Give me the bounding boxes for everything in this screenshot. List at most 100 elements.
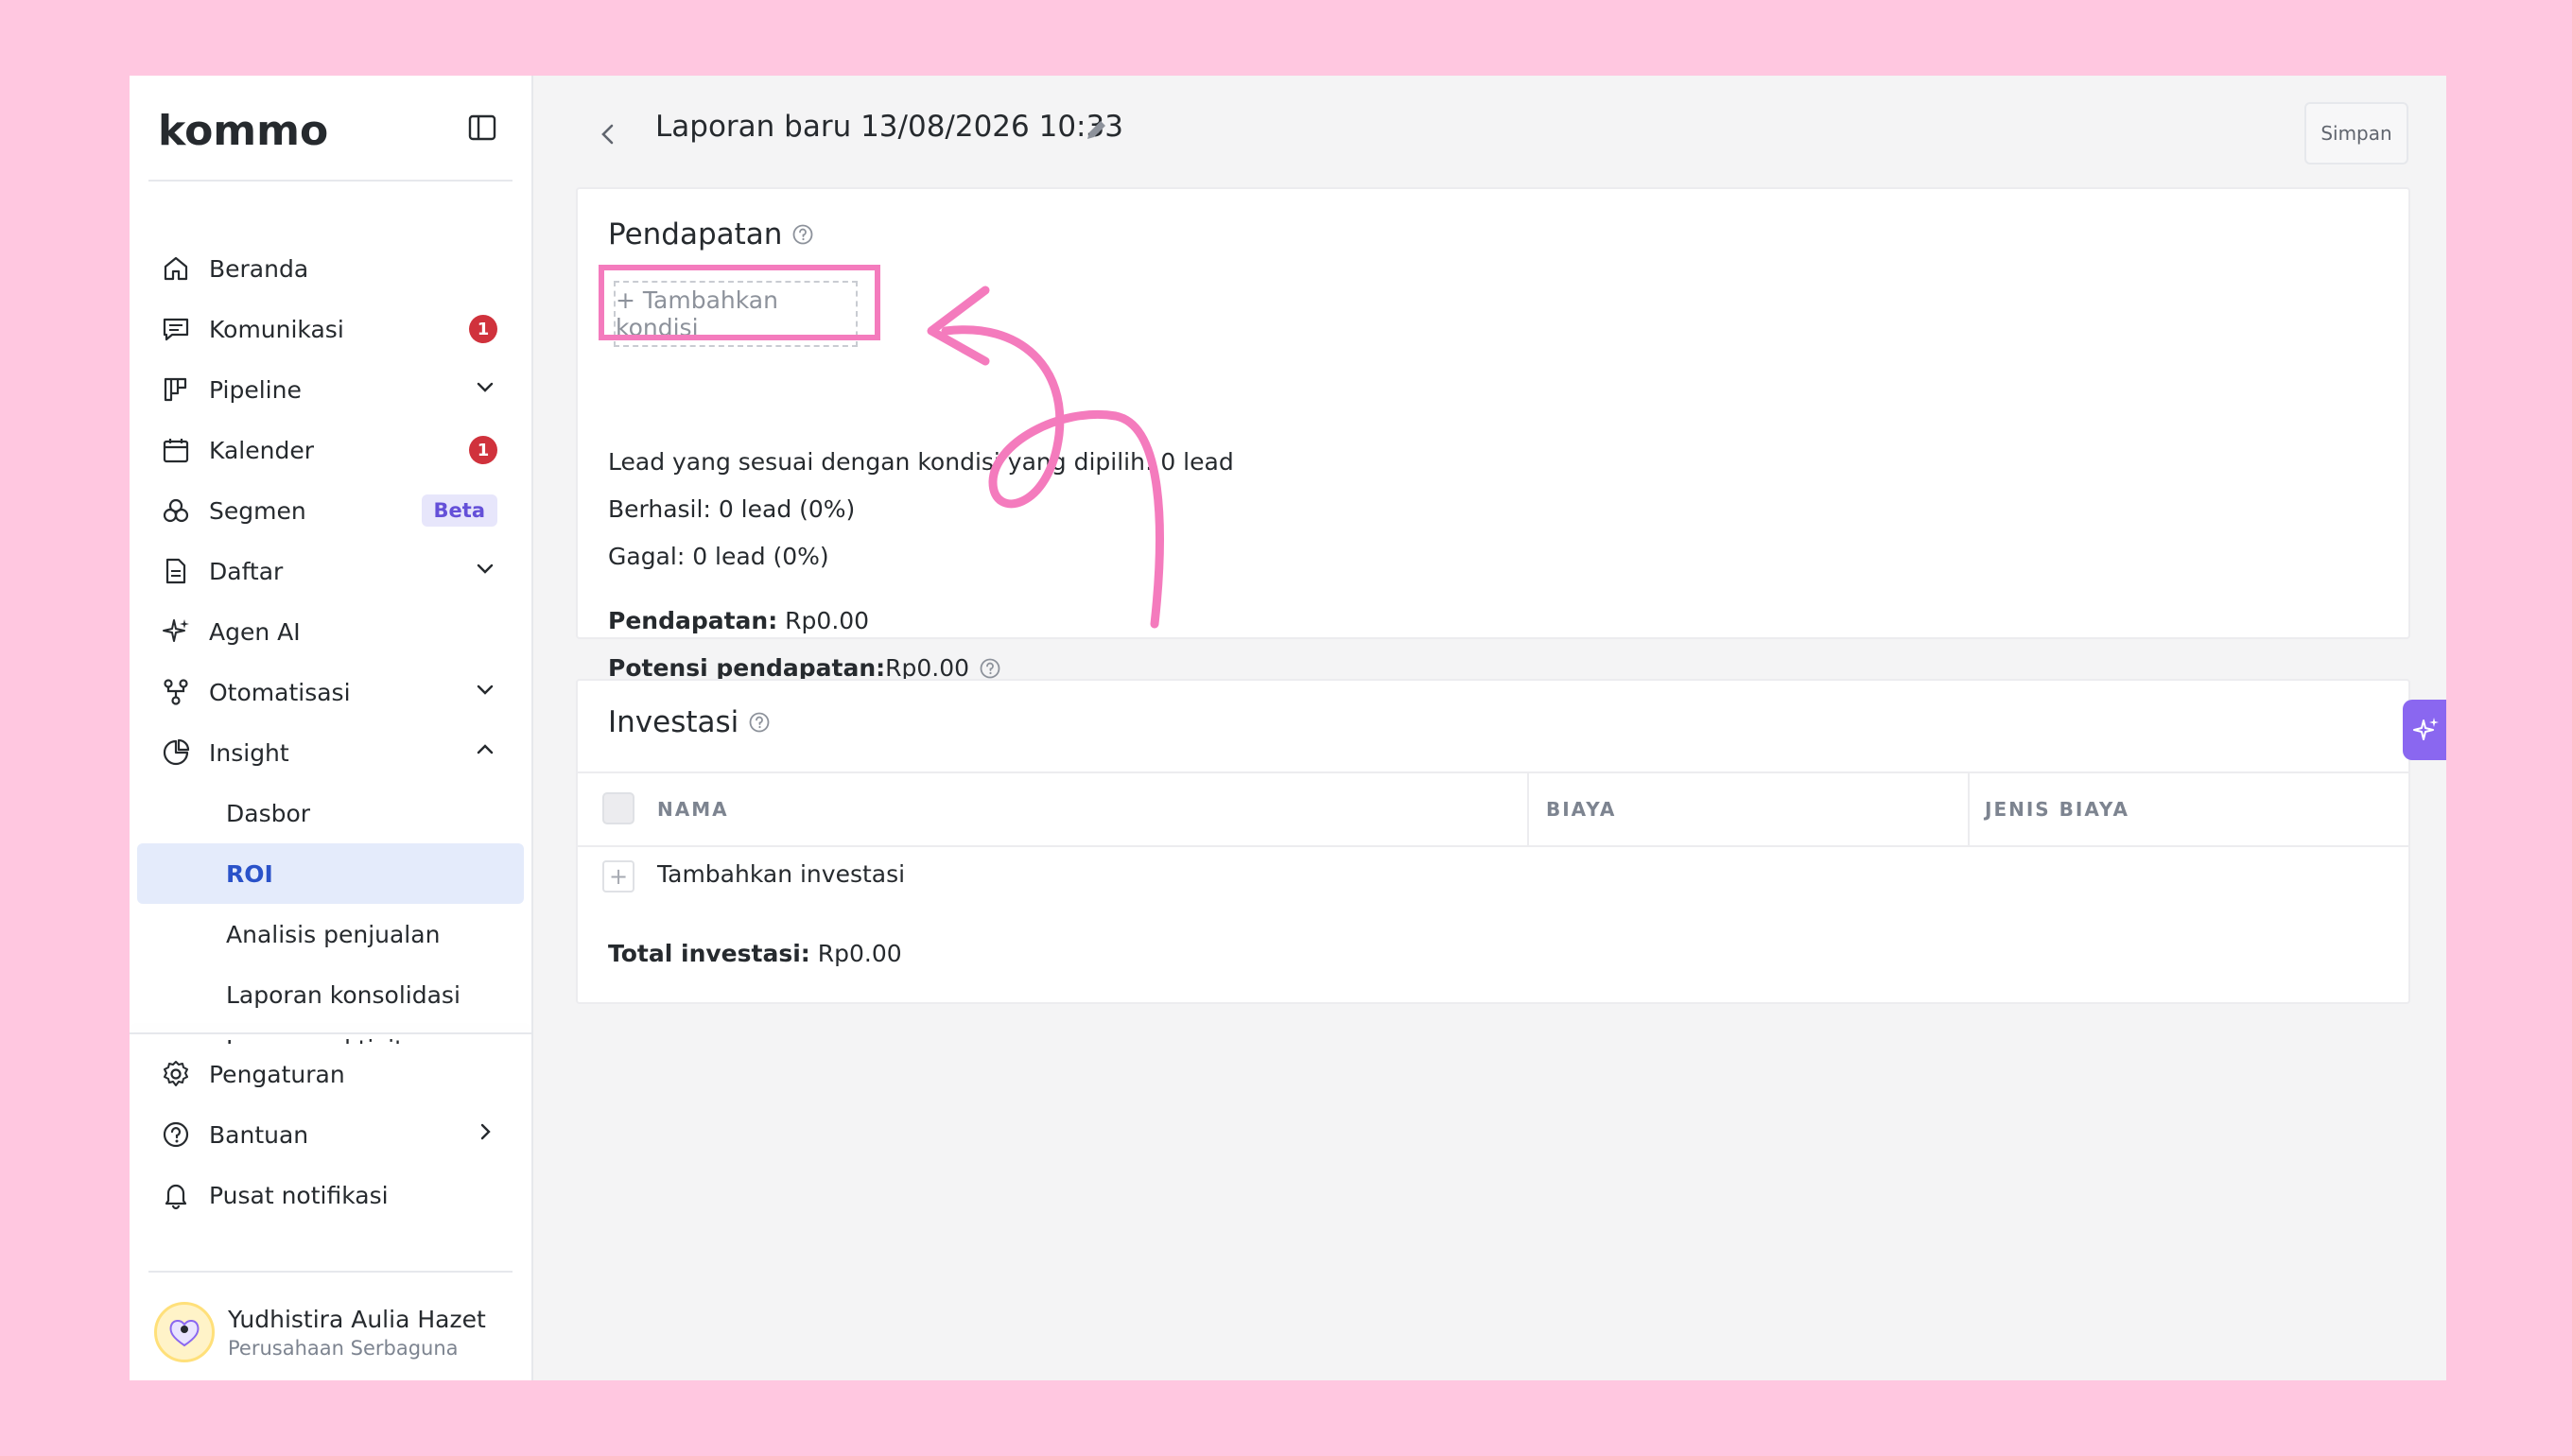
sidebar-bottom-divider (130, 1032, 531, 1034)
column-divider (1527, 773, 1529, 845)
sparkle-icon (2413, 718, 2439, 740)
user-name: Yudhistira Aulia Hazet (228, 1305, 486, 1333)
select-all-checkbox[interactable] (602, 792, 634, 824)
sidebar-item-bantuan[interactable]: Bantuan (130, 1104, 531, 1165)
sidebar-item-otomatisasi[interactable]: Otomatisasi (130, 662, 531, 722)
potential-revenue: Potensi pendapatan: Rp0.00 (608, 654, 1001, 682)
pencil-icon[interactable] (1083, 117, 1109, 144)
sidebar-item-label: Pipeline (209, 375, 302, 404)
investment-card: Investasi NAMA BIAYA JENIS BIAYA + Tamba… (576, 679, 2410, 1004)
app-window: kommo Beranda Komunikasi 1 Pipeline Kale… (130, 76, 2446, 1380)
investment-total-value: Rp0.00 (809, 940, 902, 967)
sidebar-item-label: Agen AI (209, 617, 301, 646)
sidebar-item-pengaturan[interactable]: Pengaturan (130, 1044, 531, 1104)
sidebar-item-label: Insight (209, 738, 289, 767)
sidebar-item-label: Bantuan (209, 1120, 309, 1149)
column-jenis-biaya[interactable]: JENIS BIAYA (1985, 773, 2129, 845)
chevron-right-icon[interactable] (473, 1119, 497, 1150)
sidebar-item-agen-ai[interactable]: Agen AI (130, 601, 531, 662)
revenue-label: Pendapatan: (608, 607, 778, 634)
page-title: Laporan baru 13/08/2026 10:33 (655, 110, 1123, 144)
sidebar-item-label: Pusat notifikasi (209, 1181, 389, 1209)
help-icon[interactable] (791, 223, 814, 246)
sidebar-item-kalender[interactable]: Kalender 1 (130, 420, 531, 480)
sidebar-item-beranda[interactable]: Beranda (130, 238, 531, 299)
sidebar-item-segmen[interactable]: Segmen Beta (130, 480, 531, 541)
beta-tag: Beta (421, 494, 497, 527)
sidebar-item-label: Kalender (209, 436, 314, 464)
calendar-icon (160, 434, 192, 466)
back-button[interactable] (589, 115, 627, 153)
segments-icon (160, 494, 192, 527)
sidebar-bottom-nav: Pengaturan Bantuan Pusat notifikasi (130, 1044, 531, 1225)
chevron-down-icon[interactable] (473, 374, 497, 405)
sidebar-item-label: Beranda (209, 254, 309, 283)
highlight-box (599, 265, 880, 340)
revenue-title: Pendapatan (608, 217, 814, 251)
potential-value: Rp0.00 (885, 654, 970, 682)
chat-icon (160, 313, 192, 345)
investment-title-text: Investasi (608, 705, 739, 739)
sidebar-divider (148, 180, 513, 182)
sparkle-icon (160, 615, 192, 648)
sidebar-item-label: Segmen (209, 496, 306, 525)
sidebar-item-pusat-notifikasi[interactable]: Pusat notifikasi (130, 1165, 531, 1225)
potential-label: Potensi pendapatan: (608, 654, 886, 682)
investment-total-label: Total investasi: (608, 940, 810, 967)
event-badge: 1 (469, 436, 497, 464)
chevron-down-icon[interactable] (473, 677, 497, 707)
bell-icon (160, 1179, 192, 1211)
revenue-title-text: Pendapatan (608, 217, 783, 251)
chevron-up-icon[interactable] (473, 737, 497, 768)
investment-title: Investasi (608, 705, 771, 739)
pie-chart-icon (160, 737, 192, 769)
ai-assistant-button[interactable] (2403, 700, 2446, 760)
sidebar-item-pipeline[interactable]: Pipeline (130, 359, 531, 420)
sidebar-collapse-icon[interactable] (466, 112, 498, 144)
avatar (154, 1302, 215, 1362)
sidebar-subitem-analisis-penjualan[interactable]: Analisis penjualan (130, 904, 531, 964)
success-leads-text: Berhasil: 0 lead (0%) (608, 495, 856, 523)
automation-icon (160, 676, 192, 708)
column-biaya[interactable]: BIAYA (1546, 773, 1616, 845)
sidebar-item-label: Komunikasi (209, 315, 344, 343)
help-icon[interactable] (748, 711, 771, 734)
help-icon (160, 1118, 192, 1151)
add-investment-link[interactable]: Tambahkan investasi (657, 860, 905, 888)
chevron-down-icon[interactable] (473, 556, 497, 586)
sidebar-item-label: Otomatisasi (209, 678, 351, 706)
sidebar-item-komunikasi[interactable]: Komunikasi 1 (130, 299, 531, 359)
sidebar-item-insight[interactable]: Insight (130, 722, 531, 783)
document-icon (160, 555, 192, 587)
unread-badge: 1 (469, 315, 497, 343)
user-profile[interactable]: Yudhistira Aulia Hazet Perusahaan Serbag… (154, 1302, 486, 1362)
home-icon (160, 252, 192, 285)
revenue-value: Rp0.00 (777, 607, 870, 634)
sidebar-subitem-roi[interactable]: ROI (137, 843, 524, 904)
chevron-left-icon (601, 124, 614, 145)
save-button[interactable]: Simpan (2304, 102, 2408, 165)
plus-icon[interactable]: + (602, 860, 634, 893)
failed-leads-text: Gagal: 0 lead (0%) (608, 543, 829, 570)
sidebar-item-label: Daftar (209, 557, 284, 585)
sidebar: kommo Beranda Komunikasi 1 Pipeline Kale… (130, 76, 533, 1380)
sidebar-nav: Beranda Komunikasi 1 Pipeline Kalender 1… (130, 238, 531, 1063)
matching-leads-text: Lead yang sesuai dengan kondisi yang dip… (608, 448, 1234, 476)
sidebar-subitem-laporan-konsolidasi[interactable]: Laporan konsolidasi (130, 964, 531, 1025)
sidebar-subitem-dasbor[interactable]: Dasbor (130, 783, 531, 843)
svg-text:kommo: kommo (158, 107, 328, 155)
sidebar-item-label: Pengaturan (209, 1060, 345, 1088)
sidebar-divider (148, 1271, 513, 1273)
revenue-card: Pendapatan + Tambahkan kondisi Lead yang… (576, 187, 2410, 682)
investment-table-header: NAMA BIAYA JENIS BIAYA (578, 771, 2408, 847)
gear-icon (160, 1058, 192, 1090)
column-divider (1968, 773, 1970, 845)
investment-total: Total investasi: Rp0.00 (608, 940, 902, 967)
sidebar-item-daftar[interactable]: Daftar (130, 541, 531, 601)
pipeline-icon (160, 373, 192, 406)
kommo-logo: kommo (158, 107, 328, 155)
help-icon[interactable] (979, 657, 1001, 680)
column-nama[interactable]: NAMA (657, 773, 729, 845)
revenue-total: Pendapatan: Rp0.00 (608, 607, 869, 634)
user-organization: Perusahaan Serbaguna (228, 1336, 459, 1360)
